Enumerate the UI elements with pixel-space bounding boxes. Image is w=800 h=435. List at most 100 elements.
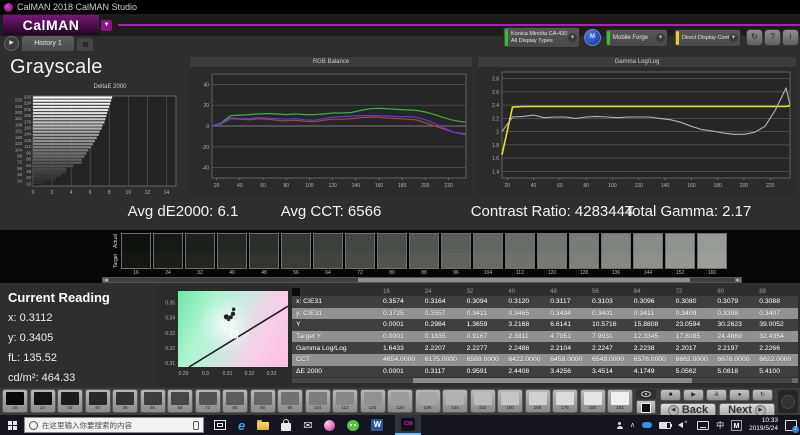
next-button[interactable]: Next ▶ xyxy=(719,403,775,415)
touch-keyboard-icon[interactable] xyxy=(697,421,709,430)
meter-connect-button[interactable]: M xyxy=(584,29,601,46)
start-button[interactable] xyxy=(0,415,24,435)
info-button[interactable]: i xyxy=(782,29,799,46)
patch-color xyxy=(529,392,547,405)
scroll-left-icon[interactable]: ◀ xyxy=(103,278,109,282)
tray-expand-icon[interactable]: ∧ xyxy=(630,421,635,429)
scroll-right-icon[interactable]: ▶ xyxy=(735,278,741,282)
reading-fL: fL: 135.52 xyxy=(8,348,75,368)
display-control-dropdown[interactable]: Direct Display Control ▼ xyxy=(674,29,741,47)
volume-muted-icon[interactable]: × xyxy=(678,421,690,429)
refresh-button[interactable]: ↻ xyxy=(746,29,763,46)
patch-label: 24 xyxy=(31,405,55,411)
patch-button-96[interactable]: 96 xyxy=(277,389,303,413)
tab-prev-button[interactable]: ▶ xyxy=(4,36,19,51)
word-button[interactable]: W xyxy=(371,415,383,435)
meter-dropdown[interactable]: Konica Minolta CA-430 All Display Types … xyxy=(503,27,580,48)
tab-stub[interactable] xyxy=(77,38,93,51)
table-cell: 17.8085 xyxy=(673,333,715,340)
patch-button-168[interactable]: 168 xyxy=(525,389,551,413)
swatch-target xyxy=(666,253,694,268)
patch-window-button[interactable] xyxy=(636,400,656,414)
patch-button-184[interactable]: 184 xyxy=(580,389,606,413)
extra-button[interactable] xyxy=(781,395,795,409)
profile-button[interactable]: A xyxy=(706,389,727,401)
calman-logo[interactable]: CalMAN xyxy=(3,15,99,35)
patch-button-64[interactable]: 64 xyxy=(167,389,193,413)
loop-button[interactable]: ↻ xyxy=(752,389,773,401)
microphone-icon[interactable] xyxy=(193,421,199,430)
meter-button[interactable]: ● xyxy=(729,389,750,401)
display-status-bar xyxy=(676,31,679,45)
reading-point xyxy=(227,318,230,321)
patch-button-176[interactable]: 176 xyxy=(552,389,578,413)
patch-button-32[interactable]: 32 xyxy=(57,389,83,413)
patch-button-56[interactable]: 56 xyxy=(140,389,166,413)
help-button[interactable]: ? xyxy=(764,29,781,46)
row-label: x: CIE31 xyxy=(292,298,380,305)
calman-taskbar-button[interactable]: CM xyxy=(395,415,421,435)
patch-button-48[interactable]: 48 xyxy=(112,389,138,413)
table-cell: 5.4100 xyxy=(756,368,798,375)
table-scroll-thumb[interactable] xyxy=(413,378,691,383)
ime-mode-indicator[interactable]: M xyxy=(731,420,742,431)
back-button[interactable]: ◀ Back xyxy=(660,403,716,415)
patch-button-104[interactable]: 104 xyxy=(305,389,331,413)
source-dropdown[interactable]: Mobile Forge ▼ xyxy=(605,29,668,47)
scroll-thumb[interactable] xyxy=(358,278,690,282)
patch-button-160[interactable]: 160 xyxy=(497,389,523,413)
mail-button[interactable]: ✉ xyxy=(303,415,312,435)
patch-label: 80 xyxy=(223,405,247,411)
patch-button-16[interactable]: 16 xyxy=(2,389,28,413)
logo-menu-button[interactable]: ▼ xyxy=(101,20,112,31)
patch-button-144[interactable]: 144 xyxy=(442,389,468,413)
swatch-label: 128 xyxy=(569,270,599,276)
wechat-button[interactable] xyxy=(347,415,359,435)
patch-button-24[interactable]: 24 xyxy=(30,389,56,413)
patch-label: 168 xyxy=(526,405,550,411)
taskbar-search[interactable]: 在这里输入你要搜索的内容 xyxy=(24,417,204,433)
stop-button[interactable]: ■ xyxy=(660,389,681,401)
preview-button[interactable] xyxy=(636,389,656,399)
svg-text:48: 48 xyxy=(26,169,31,174)
swatch-actual xyxy=(698,234,726,253)
toolbar-extra xyxy=(778,390,798,413)
svg-text:16: 16 xyxy=(26,181,31,186)
strip-scrollbar[interactable]: ◀ ▶ xyxy=(102,277,742,283)
table-scrollbar[interactable] xyxy=(292,378,798,383)
svg-text:20: 20 xyxy=(504,183,510,189)
patch-button-112[interactable]: 112 xyxy=(332,389,358,413)
store-button[interactable] xyxy=(281,415,291,435)
patch-color xyxy=(391,392,409,405)
edge-button[interactable]: e xyxy=(238,415,245,435)
deltae-chart-panel: DeltaE 2000 0246810121416243240485664728… xyxy=(6,84,184,197)
play-button[interactable]: ▶ xyxy=(683,389,704,401)
patch-button-136[interactable]: 136 xyxy=(415,389,441,413)
photos-button[interactable] xyxy=(324,415,335,435)
patch-button-88[interactable]: 88 xyxy=(250,389,276,413)
action-center-icon[interactable]: 2 xyxy=(785,420,797,431)
patch-button-72[interactable]: 72 xyxy=(195,389,221,413)
patch-button-80[interactable]: 80 xyxy=(222,389,248,413)
mail-icon: ✉ xyxy=(303,419,312,432)
patch-button-128[interactable]: 128 xyxy=(387,389,413,413)
table-cell: 3.2168 xyxy=(505,321,547,328)
onedrive-icon[interactable] xyxy=(642,422,652,428)
rgb-balance-chart: 40200-20-4020406080100120140160180200220 xyxy=(190,68,472,192)
task-view-button[interactable] xyxy=(214,415,226,435)
ime-language-indicator[interactable]: 中 xyxy=(716,420,724,431)
clock[interactable]: 10:33 2019/5/24 xyxy=(749,417,778,433)
patch-button-192[interactable]: 192 xyxy=(607,389,633,413)
tab-history[interactable]: History 1 xyxy=(22,36,74,51)
people-icon[interactable] xyxy=(617,426,623,429)
swatch-label: 40 xyxy=(217,270,247,276)
file-explorer-button[interactable] xyxy=(257,415,269,435)
patch-button-120[interactable]: 120 xyxy=(360,389,386,413)
table-row: x: CIE310.35740.31640.30940.31200.31170.… xyxy=(292,296,798,308)
table-cell: 12.3345 xyxy=(631,333,673,340)
patch-color xyxy=(226,392,244,405)
battery-icon[interactable] xyxy=(659,422,671,429)
patch-button-152[interactable]: 152 xyxy=(470,389,496,413)
table-row: CCT4654.00006175.00006589.00006422.00006… xyxy=(292,354,798,366)
patch-button-40[interactable]: 40 xyxy=(85,389,111,413)
